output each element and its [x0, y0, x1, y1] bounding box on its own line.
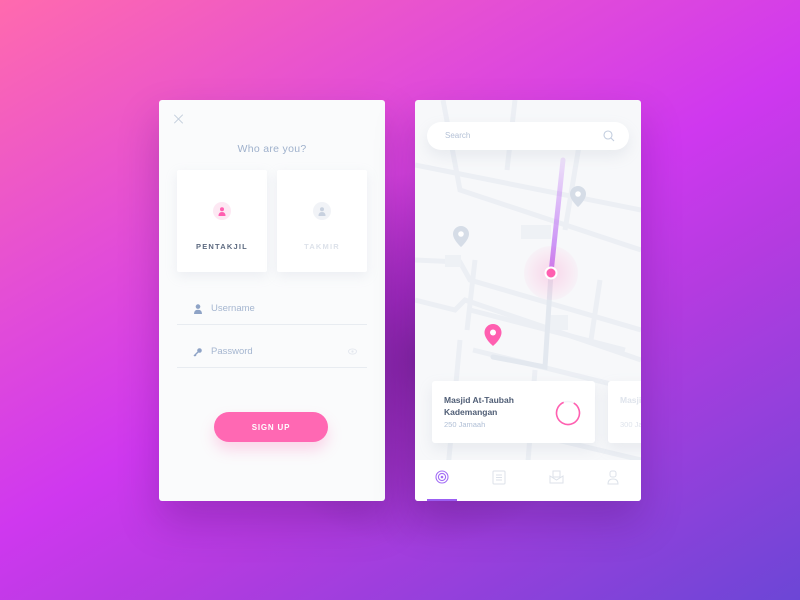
role-card-takmir[interactable]: TAKMIR [277, 170, 367, 272]
user-icon [313, 202, 331, 220]
login-screen: Who are you? PENTAKJIL TAKMIR Username P… [159, 100, 385, 501]
user-icon [213, 202, 231, 220]
signup-button[interactable]: SIGN UP [214, 412, 328, 442]
progress-ring [555, 400, 581, 426]
password-placeholder: Password [211, 346, 253, 357]
progress-arc [555, 400, 581, 426]
password-field[interactable]: Password [177, 340, 367, 368]
mosque-card[interactable]: Masjid At-Taubah Kademangan 250 Jamaah [432, 381, 595, 443]
close-icon[interactable] [173, 113, 185, 125]
username-field[interactable]: Username [177, 297, 367, 325]
mosque-name: Masjid Kaum [620, 395, 641, 405]
map-screen: Search Masjid At-Taubah Kademangan 250 J… [415, 100, 641, 501]
tab-inbox[interactable] [541, 470, 571, 490]
mosque-card[interactable]: Masjid Kaum 300 Jamaah [608, 381, 641, 443]
current-location-dot [544, 266, 558, 280]
clipboard-icon [492, 470, 506, 485]
search-placeholder: Search [445, 131, 471, 140]
username-placeholder: Username [211, 303, 255, 314]
key-icon [193, 348, 202, 357]
mosque-jamaah-count: 250 Jamaah [444, 420, 486, 429]
tab-profile[interactable] [598, 470, 628, 490]
map-pin-gray-1 [570, 186, 586, 207]
user-icon [194, 304, 202, 314]
mosque-name: Masjid At-Taubah Kademangan [444, 395, 514, 417]
tab-list[interactable] [484, 470, 514, 490]
map-pin-destination [484, 324, 502, 346]
role-card-pentakjil[interactable]: PENTAKJIL [177, 170, 267, 272]
person-icon [607, 470, 619, 485]
role-label: TAKMIR [304, 242, 340, 251]
map-pin-gray-2 [453, 226, 469, 247]
tab-target[interactable] [427, 470, 457, 490]
active-tab-indicator [427, 499, 457, 501]
mail-icon [549, 470, 563, 484]
search-input[interactable]: Search [427, 122, 629, 150]
role-label: PENTAKJIL [196, 242, 248, 251]
page-title: Who are you? [237, 143, 307, 155]
eye-icon[interactable] [348, 348, 357, 355]
bottom-tab-bar [415, 460, 641, 501]
search-icon[interactable] [603, 130, 615, 142]
mosque-jamaah-count: 300 Jamaah [620, 420, 641, 429]
target-icon [435, 470, 449, 484]
